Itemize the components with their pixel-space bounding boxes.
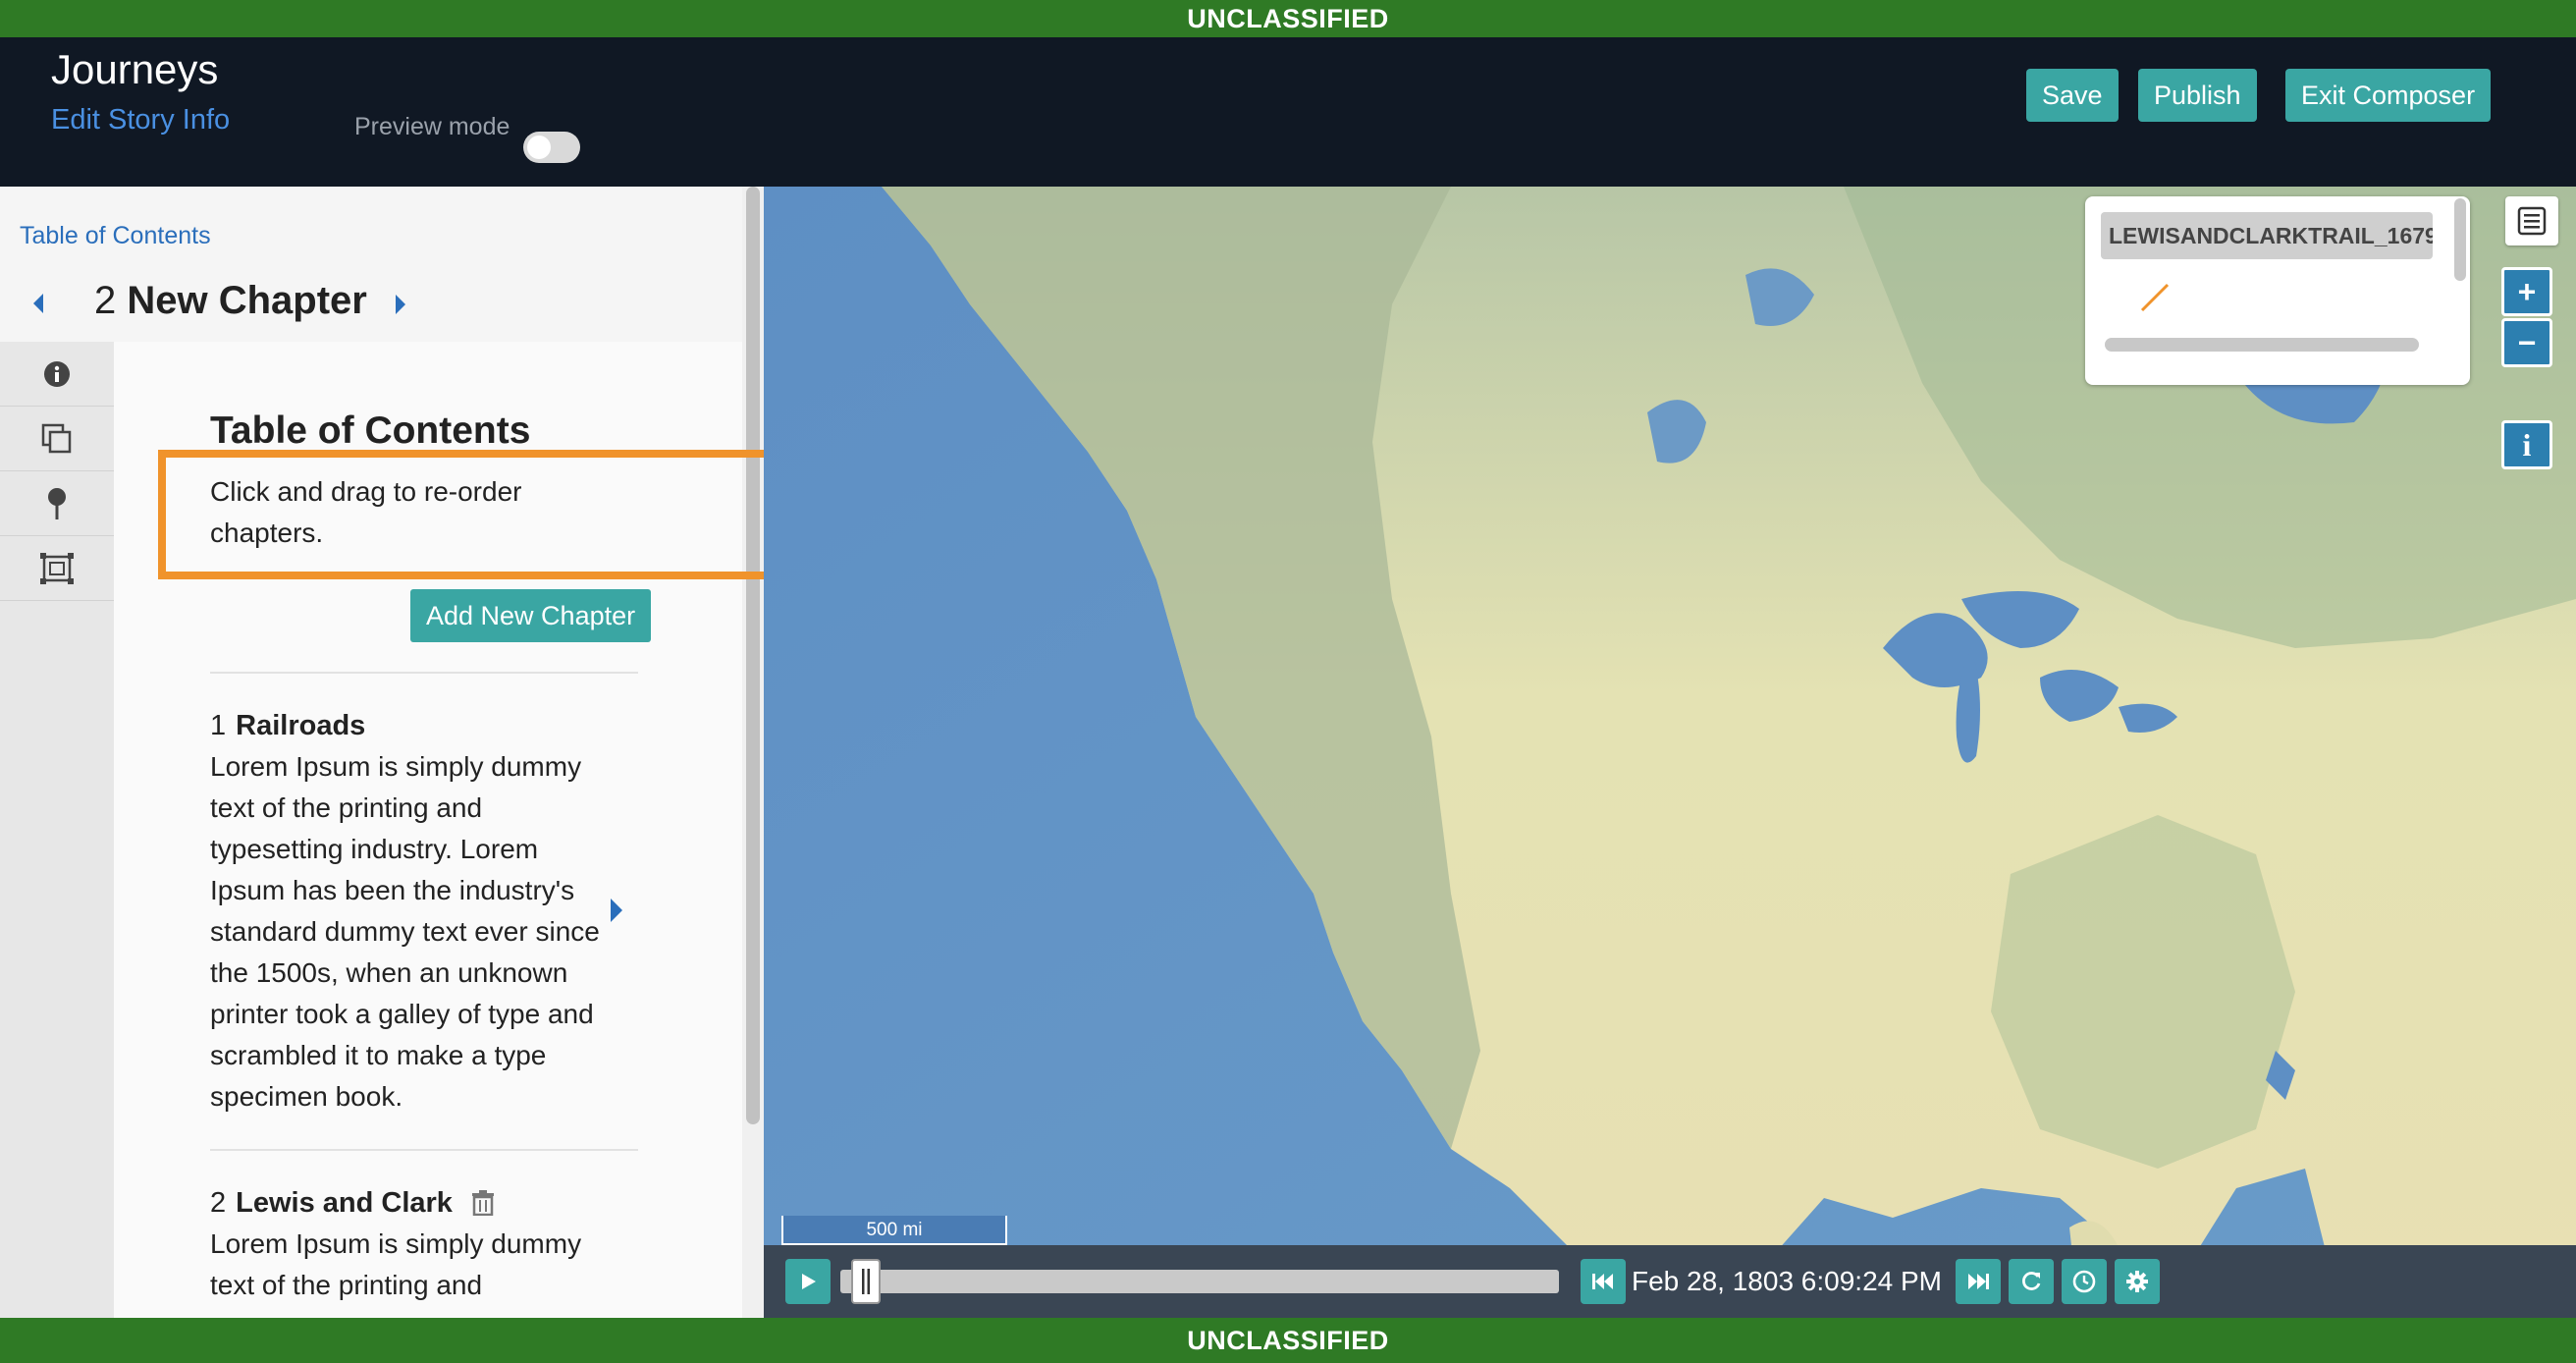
classification-banner-bottom: UNCLASSIFIED — [0, 1318, 2576, 1363]
map-pin-icon — [48, 487, 66, 519]
legend-horizontal-scrollbar[interactable] — [2105, 338, 2419, 352]
play-icon — [802, 1274, 816, 1289]
toggle-knob — [527, 136, 551, 159]
chapter-item-name: Lewis and Clark — [236, 1187, 453, 1219]
chapter-name: New Chapter — [127, 279, 367, 322]
toc-hint: Click and drag to re-order chapters. — [210, 476, 522, 548]
legend-panel: LEWISANDCLARKTRAIL_1679 — [2085, 196, 2470, 385]
chapter-item-description: Lorem Ipsum is simply dummy text of the … — [210, 1228, 582, 1300]
info-icon — [44, 360, 70, 387]
zoom-in-button[interactable]: + — [2501, 267, 2552, 316]
timeline-controls: Feb 28, 1803 6:09:24 PM — [764, 1245, 2576, 1318]
sidebar: Table of Contents 2 New Chapter Table of… — [0, 187, 764, 1318]
zoom-out-button[interactable]: − — [2501, 318, 2552, 367]
map-scale-bar: 500 mi — [781, 1216, 1007, 1245]
timeline-slider-track[interactable] — [840, 1270, 1559, 1293]
trash-icon[interactable] — [471, 1190, 495, 1216]
copy-icon — [41, 423, 72, 453]
skip-back-icon — [1592, 1274, 1613, 1289]
play-button[interactable] — [785, 1259, 831, 1304]
map-view[interactable]: LEWISANDCLARKTRAIL_1679 + − i 500 mi — [764, 187, 2576, 1318]
next-chapter-arrow-icon[interactable] — [396, 295, 405, 314]
current-chapter-heading: 2 New Chapter — [94, 271, 367, 330]
classification-banner-top: UNCLASSIFIED — [0, 0, 2576, 37]
chapter-number: 2 — [94, 279, 117, 322]
chapter-list-item[interactable]: 1 Railroads Lorem Ipsum is simply dummy t… — [210, 705, 622, 1118]
toc-title: Table of Contents — [210, 409, 531, 452]
gear-icon — [2126, 1271, 2148, 1292]
chapter-item-number: 2 — [210, 1187, 227, 1219]
preview-mode-toggle[interactable] — [523, 132, 580, 163]
refresh-icon — [2022, 1272, 2041, 1290]
sidebar-scroll-thumb[interactable] — [746, 187, 760, 1124]
previous-chapter-arrow-icon[interactable] — [33, 294, 43, 313]
chapter-list-item[interactable]: 2 Lewis and Clark Lorem Ipsum is simply d… — [210, 1182, 622, 1306]
map-pin-tab[interactable] — [0, 471, 114, 536]
app-title: Journeys — [51, 46, 219, 92]
info-button[interactable]: i — [2501, 420, 2552, 469]
skip-forward-icon — [1968, 1274, 1989, 1289]
copy-tab[interactable] — [0, 407, 114, 471]
exit-composer-button[interactable]: Exit Composer — [2285, 69, 2492, 122]
clock-icon — [2072, 1270, 2096, 1293]
divider — [210, 1149, 638, 1151]
chapter-item-name: Railroads — [236, 710, 366, 741]
sidebar-scrollbar[interactable] — [742, 187, 764, 1318]
open-chapter-arrow-icon[interactable] — [611, 899, 622, 922]
timeline-slider-handle[interactable] — [851, 1259, 882, 1304]
publish-button[interactable]: Publish — [2138, 69, 2257, 122]
line-symbol-icon — [2140, 283, 2170, 312]
save-button[interactable]: Save — [2026, 69, 2119, 122]
preview-mode-label: Preview mode — [354, 113, 510, 140]
list-icon — [2517, 206, 2547, 236]
frame-tab[interactable] — [0, 536, 114, 601]
chapter-item-description: Lorem Ipsum is simply dummy text of the … — [210, 751, 600, 1112]
skip-back-button[interactable] — [1581, 1259, 1626, 1304]
top-bar: Journeys Edit Story Info Preview mode Sa… — [0, 37, 2576, 187]
legend-layer-name[interactable]: LEWISANDCLARKTRAIL_1679 — [2101, 212, 2433, 259]
info-tab[interactable] — [0, 342, 114, 407]
layers-toggle-button[interactable] — [2505, 196, 2558, 245]
frame-icon — [40, 552, 74, 584]
loop-button[interactable] — [2009, 1259, 2054, 1304]
toc-panel: Table of Contents Click and drag to re-o… — [114, 342, 742, 1318]
add-new-chapter-button[interactable]: Add New Chapter — [410, 589, 652, 642]
time-settings-button[interactable] — [2062, 1259, 2107, 1304]
timeline-current-date: Feb 28, 1803 6:09:24 PM — [1632, 1266, 1942, 1296]
sidebar-icon-rail — [0, 342, 114, 1318]
grip-icon — [862, 1269, 871, 1294]
legend-vertical-scrollbar[interactable] — [2454, 198, 2466, 281]
edit-story-info-link[interactable]: Edit Story Info — [51, 98, 230, 142]
breadcrumb-table-of-contents[interactable]: Table of Contents — [20, 218, 211, 255]
skip-forward-button[interactable] — [1956, 1259, 2001, 1304]
divider — [210, 672, 638, 674]
chapter-item-number: 1 — [210, 710, 227, 741]
settings-button[interactable] — [2115, 1259, 2160, 1304]
